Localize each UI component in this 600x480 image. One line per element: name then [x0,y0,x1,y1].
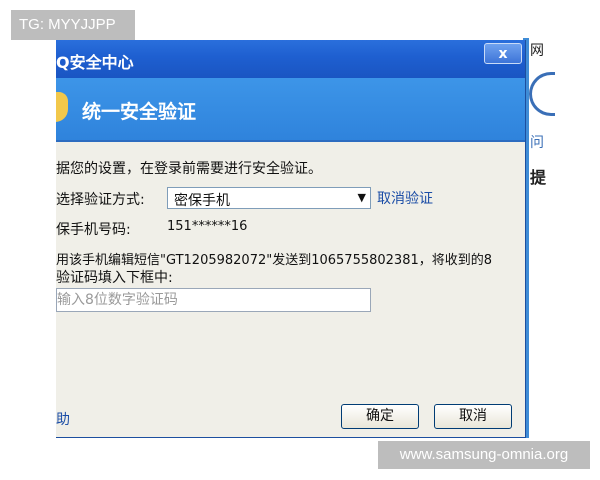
phone-number: 151******16 [167,219,248,234]
cancel-verify-link[interactable]: 取消验证 [377,188,433,208]
close-button[interactable]: x [484,43,522,64]
ok-button[interactable]: 确定 [341,404,419,429]
intro-text: 据您的设置，在登录前需要进行安全验证。 [56,161,322,177]
security-dialog: Q安全中心 x 统一安全验证 据您的设置，在登录前需要进行安全验证。 选择验证方… [56,40,526,438]
method-label: 选择验证方式: [56,192,145,208]
verify-method-value: 密保手机 [174,193,230,209]
watermark-bottom: www.samsung-omnia.org [378,441,590,469]
background-window-title: 网 [530,43,544,59]
dialog-banner: 统一安全验证 [56,78,525,142]
chevron-down-icon[interactable]: ▼ [358,191,366,204]
shield-icon [56,92,68,122]
dialog-title: Q安全中心 [56,53,134,72]
dialog-titlebar[interactable]: Q安全中心 x [56,40,525,78]
phone-label: 保手机号码: [56,222,131,238]
instruction-line-1: 用该手机编辑短信"GT1205982072"发送到1065755802381，将… [56,253,493,268]
cancel-button[interactable]: 取消 [434,404,512,429]
banner-title: 统一安全验证 [82,101,197,123]
background-window-heading: 提 [530,168,547,187]
background-window-link[interactable]: 问 [530,132,544,152]
watermark-top: TG: MYYJJPP [11,10,135,40]
verification-code-input[interactable] [56,288,371,312]
verify-method-select[interactable]: 密保手机 ▼ [167,187,371,209]
help-link[interactable]: 助 [56,409,70,429]
instruction-line-2: 验证码填入下框中: [56,270,173,286]
